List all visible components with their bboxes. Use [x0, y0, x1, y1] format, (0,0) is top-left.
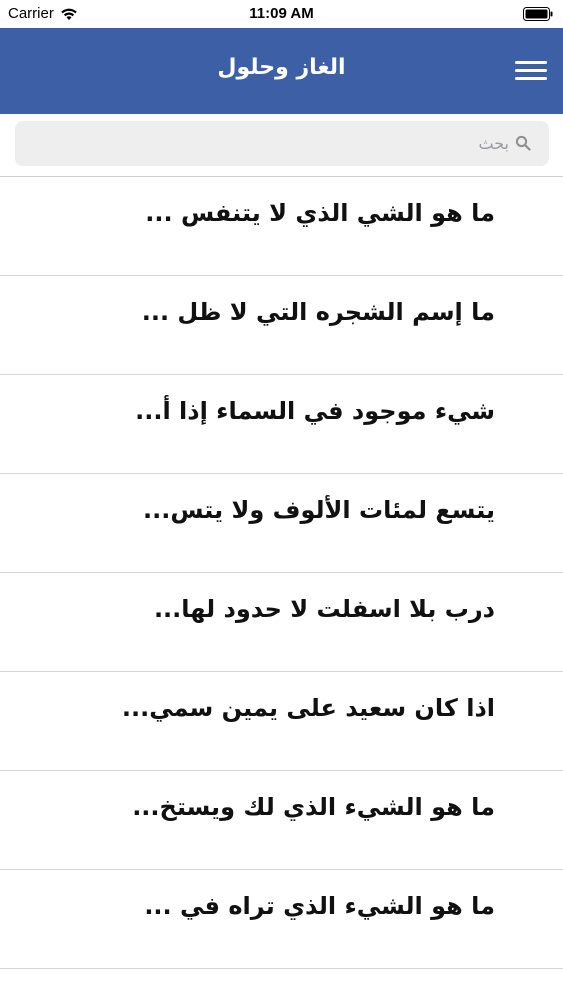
list-item-title: ما إسم الشجره التي لا ظل ...: [141, 298, 495, 326]
battery-icon: [523, 7, 553, 21]
status-time: 11:09 AM: [249, 5, 314, 22]
list-item[interactable]: شيء موجود في السماء إذا أ...: [0, 375, 563, 474]
menu-button[interactable]: [513, 57, 549, 85]
list-item-title: شيء موجود في السماء إذا أ...: [135, 397, 495, 425]
page-title: الغاز وحلول: [217, 55, 346, 80]
list-item[interactable]: درب بلا اسفلت لا حدود لها...: [0, 573, 563, 672]
list-item[interactable]: ما هو الشيء الذي تراه في ...: [0, 870, 563, 969]
search-box[interactable]: [15, 121, 549, 166]
list-item[interactable]: يتسع لمئات الألوف ولا يتس...: [0, 474, 563, 573]
list-item[interactable]: ما هو الشي الذي لا يتنفس ...: [0, 177, 563, 276]
status-bar: Carrier 11:09 AM: [0, 0, 563, 28]
navigation-bar: الغاز وحلول: [0, 28, 563, 114]
list-item-title: ما هو الشيء الذي تراه في ...: [144, 892, 495, 920]
list-item-title: ما هو الشيء الذي لك ويستخ...: [132, 793, 495, 821]
riddles-list: ما هو الشي الذي لا يتنفس ... ما إسم الشج…: [0, 177, 563, 969]
list-item[interactable]: ما هو الشيء الذي لك ويستخ...: [0, 771, 563, 870]
list-item-title: اذا كان سعيد على يمين سمي...: [121, 694, 495, 722]
search-icon: [515, 135, 531, 151]
list-item-title: يتسع لمئات الألوف ولا يتس...: [143, 496, 495, 524]
list-item-title: ما هو الشي الذي لا يتنفس ...: [145, 199, 495, 227]
list-item[interactable]: ما إسم الشجره التي لا ظل ...: [0, 276, 563, 375]
search-bar: [0, 114, 563, 177]
list-item-title: درب بلا اسفلت لا حدود لها...: [153, 595, 495, 623]
search-input[interactable]: [49, 121, 509, 166]
list-item[interactable]: اذا كان سعيد على يمين سمي...: [0, 672, 563, 771]
app-screen: Carrier 11:09 AM الغاز وحلول بحث ما هو ا…: [0, 0, 563, 1000]
